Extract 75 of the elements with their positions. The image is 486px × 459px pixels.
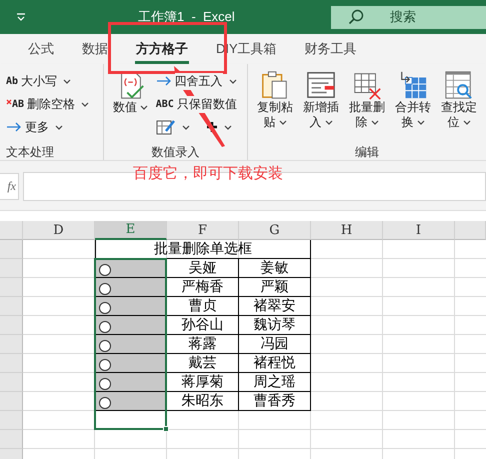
table-cell: 朱昭东 [167,392,239,411]
column-header[interactable]: I [383,221,455,240]
radio-button[interactable] [99,321,111,333]
radio-button[interactable] [99,264,111,276]
insert-row-icon [306,70,336,100]
radio-button[interactable] [99,397,111,409]
column-header[interactable]: F [167,221,239,240]
row-header[interactable] [0,278,23,297]
ribbon-button[interactable]: 更多 [6,118,90,136]
table-cell: 孙谷山 [167,316,239,335]
table-cell: 周之瑶 [239,373,311,392]
merge-grid-icon [398,70,428,100]
radio-button[interactable] [99,340,111,352]
plus-icon [206,121,218,133]
ribbon-tab[interactable]: 公式 [27,34,55,64]
table-cell: 蒋露 [167,335,239,354]
column-header[interactable]: G [239,221,311,240]
search-field[interactable]: 搜索 [331,6,486,28]
row-header[interactable] [0,411,23,430]
table-cell: 曹香秀 [239,392,311,411]
column-header[interactable] [455,221,486,240]
radio-button[interactable] [99,283,111,295]
table-title: 批量删除单选框 [95,240,311,259]
row-header[interactable] [0,354,23,373]
insert-function-button[interactable]: fx [0,173,19,200]
arrow-icon [156,76,172,86]
table-cell: 冯园 [239,335,311,354]
column-header[interactable]: H [311,221,383,240]
letters-icon: Ab [6,76,18,86]
column-header[interactable]: D [23,221,95,240]
row-header[interactable] [0,430,23,449]
ribbon-button[interactable]: 新增插入 [300,70,342,144]
ribbon-button[interactable]: 查找定位 [438,70,480,144]
row-header[interactable] [0,316,23,335]
table-cell: 褚翠安 [239,297,311,316]
row-header[interactable] [0,335,23,354]
arrow-icon [6,122,22,132]
ribbon-button[interactable]: Ab 大小写 [6,72,90,90]
ribbon-button[interactable]: 数值 [110,70,152,144]
annotation-text: 百度它，即可下载安装 [133,164,283,183]
row-header[interactable] [0,373,23,392]
ribbon-button[interactable]: 合并转换 [392,70,434,144]
letters-icon: ABC [156,98,174,110]
table-cell: 曹贞 [167,297,239,316]
radio-button[interactable] [99,359,111,371]
table-cell: 严颖 [239,278,311,297]
table-cell: 蒋厚菊 [167,373,239,392]
row-header[interactable] [0,240,23,259]
group-label: 文本处理 [6,144,55,160]
table-cell: 姜敏 [239,259,311,278]
table-cell: 魏访琴 [239,316,311,335]
group-label: 编辑 [354,144,380,160]
row-header[interactable] [0,392,23,411]
group-label: 数值录入 [150,144,200,160]
radio-button[interactable] [99,302,111,314]
ribbon-tab[interactable]: 数据 [81,34,109,64]
ribbon-tab[interactable]: 财务工具 [304,34,358,64]
caret-icon[interactable] [16,13,26,21]
search-icon [348,9,364,25]
radio-button[interactable] [99,378,111,390]
table-cell: 吴娅 [167,259,239,278]
table-cell: 褚程悦 [239,354,311,373]
ribbon-button[interactable]: 批量删除 [346,70,388,144]
edit-grid-icon [156,118,176,136]
window-title: 工作簿1 - Excel [138,8,235,26]
ribbon-button[interactable]: 复制粘贴 [254,70,296,144]
row-header[interactable] [0,259,23,278]
row-header[interactable] [0,297,23,316]
ribbon-button[interactable] [156,118,190,136]
fill-handle[interactable] [163,426,169,432]
table-cell: 戴芸 [167,354,239,373]
select-all-corner[interactable] [0,221,23,240]
table-cell: 严梅香 [167,278,239,297]
find-grid-icon [444,70,474,100]
column-header[interactable]: E [95,221,167,240]
